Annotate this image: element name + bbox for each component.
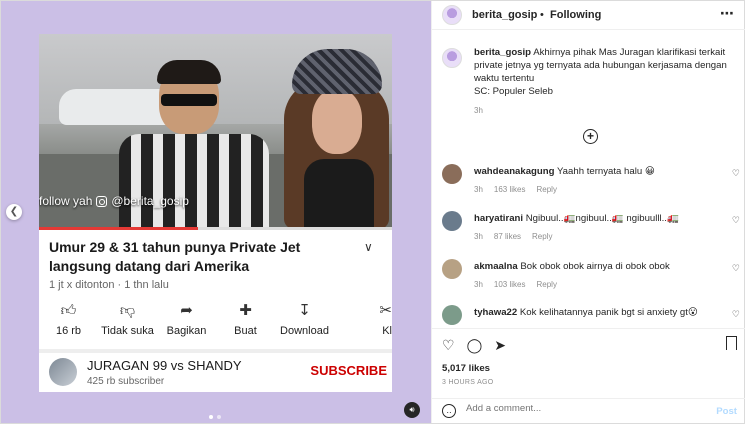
comment-likes[interactable]: 87 likes <box>494 232 521 241</box>
mute-button[interactable]: 🔊︎ <box>404 402 420 418</box>
clip-action: ✂ Kl <box>379 302 392 337</box>
caption-username[interactable]: berita_gosip <box>474 47 531 58</box>
video-progress-bar <box>39 227 392 230</box>
post-button[interactable]: Post <box>716 406 737 417</box>
download-action: ↧ Download <box>280 302 329 337</box>
post-media[interactable]: follow yah @berita_gosip Umur 29 & 31 ta… <box>1 1 431 423</box>
avatar[interactable] <box>442 5 462 25</box>
video-watermark: follow yah @berita_gosip <box>39 194 189 208</box>
carousel-prev-button[interactable]: ❮ <box>6 204 22 220</box>
channel-avatar <box>49 358 77 386</box>
thumbs-up-icon: 👍︎ <box>60 302 77 319</box>
comment: akmaalna Bok obok obok airnya di obok ob… <box>442 259 740 299</box>
caption-time: 3h <box>474 106 483 115</box>
post-timestamp: 3 HOURS AGO <box>442 379 494 386</box>
bookmark-icon[interactable] <box>726 336 737 350</box>
comment-avatar[interactable] <box>442 164 462 184</box>
caption-source: SC: Populer Seleb <box>474 86 553 97</box>
thumbs-down-icon: 👎︎ <box>119 302 136 319</box>
comment-username[interactable]: akmaalna <box>474 261 518 272</box>
emoji-icon[interactable]: ․․ <box>442 404 456 418</box>
woman-figure <box>284 49 392 229</box>
heart-icon[interactable]: ♡ <box>732 215 740 226</box>
post-actions: ♡ ◯ ➤ 5,017 likes 3 HOURS AGO <box>432 328 745 398</box>
comment-avatar[interactable] <box>442 211 462 231</box>
subscribe-label: SUBSCRIBE <box>310 363 387 378</box>
comment-input[interactable] <box>466 403 706 414</box>
post-sidebar: berita_gosip • Following ⋯ berita_gosip … <box>431 1 745 423</box>
download-icon: ↧ <box>298 302 311 319</box>
video-actions: 👍︎ 16 rb 👎︎ Tidak suka ➦ Bagikan ✚ Buat ↧ Dow… <box>39 302 392 346</box>
instagram-icon <box>96 195 108 207</box>
channel-subs: 425 rb subscriber <box>87 376 165 387</box>
comment-likes[interactable]: 163 likes <box>494 185 526 194</box>
reply-button[interactable]: Reply <box>536 280 556 289</box>
video-frame: follow yah @berita_gosip <box>39 34 392 229</box>
video-meta: 1 jt x ditonton · 1 thn lalu <box>49 279 169 291</box>
reply-button[interactable]: Reply <box>532 232 552 241</box>
reply-button[interactable]: Reply <box>536 185 556 194</box>
video-title: Umur 29 & 31 tahun punya Private Jet lan… <box>49 239 301 274</box>
share-action: ➦ Bagikan <box>166 302 207 337</box>
channel-name: JURAGAN 99 vs SHANDY <box>87 358 242 373</box>
heart-icon[interactable]: ♡ <box>732 309 740 320</box>
comment-username[interactable]: wahdeanakagung <box>474 166 555 177</box>
chevron-down-icon: ∨ <box>364 240 373 254</box>
caption-avatar[interactable] <box>442 48 462 68</box>
comment-icon[interactable]: ◯ <box>467 337 483 354</box>
comment-username[interactable]: haryatirani <box>474 213 523 224</box>
add-comment-bar: ․․ Post <box>432 398 745 423</box>
comment-avatar[interactable] <box>442 305 462 325</box>
remix-icon: ✚ <box>239 302 252 319</box>
caption-text: berita_gosip Akhirnya pihak Mas Juragan … <box>474 47 727 84</box>
youtube-screenshot: follow yah @berita_gosip Umur 29 & 31 ta… <box>39 34 392 392</box>
like-action: 👍︎ 16 rb <box>55 302 82 337</box>
channel-row: JURAGAN 99 vs SHANDY 425 rb subscriber S… <box>49 356 389 390</box>
clip-icon: ✂ <box>379 302 392 319</box>
post-header: berita_gosip • Following ⋯ <box>432 1 745 30</box>
remix-action: ✚ Buat <box>234 302 257 337</box>
load-more-comments-button[interactable]: + <box>583 129 598 144</box>
comment: wahdeanakagung Yaahh ternyata halu 😀 3h 1… <box>442 164 740 204</box>
watermark-text: follow yah <box>39 194 93 208</box>
comment: tyhawa22 Kok kelihatannya panik bgt si a… <box>442 305 740 325</box>
heart-icon[interactable]: ♡ <box>732 263 740 274</box>
carousel-dots <box>209 415 221 419</box>
more-options-icon[interactable]: ⋯ <box>720 5 735 22</box>
comment: haryatirani Ngibuul..🚛ngibuul..🚛 ngibuul… <box>442 211 740 251</box>
dislike-action: 👎︎ Tidak suka <box>101 302 154 337</box>
heart-icon[interactable]: ♡ <box>442 337 455 354</box>
likes-count[interactable]: 5,017 likes <box>442 363 490 374</box>
comment-username[interactable]: tyhawa22 <box>474 307 517 318</box>
share-icon: ➦ <box>180 302 193 319</box>
header-username[interactable]: berita_gosip <box>472 9 537 21</box>
heart-icon[interactable]: ♡ <box>732 168 740 179</box>
comment-avatar[interactable] <box>442 259 462 279</box>
send-icon[interactable]: ➤ <box>494 337 506 354</box>
separator: • <box>540 9 544 21</box>
comment-likes[interactable]: 103 likes <box>494 280 526 289</box>
watermark-handle: @berita_gosip <box>111 194 189 208</box>
instagram-post-modal: follow yah @berita_gosip Umur 29 & 31 ta… <box>0 0 745 424</box>
following-button[interactable]: Following <box>550 9 601 21</box>
